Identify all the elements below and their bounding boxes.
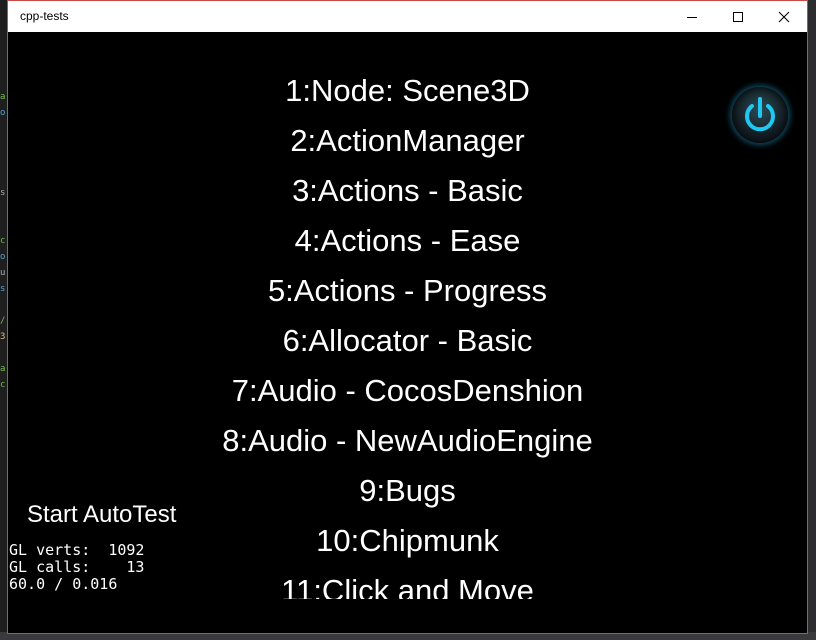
gl-calls-stat: GL calls: 13 bbox=[9, 558, 145, 576]
title-bar[interactable]: cpp-tests bbox=[8, 1, 807, 32]
gl-verts-stat: GL verts: 1092 bbox=[9, 541, 145, 559]
fps-stat: 60.0 / 0.016 bbox=[9, 575, 118, 593]
background-panel bbox=[808, 0, 816, 640]
close-app-button[interactable] bbox=[732, 87, 788, 143]
menu-item-scene3d[interactable]: 1:Node: Scene3D bbox=[8, 73, 807, 109]
power-icon bbox=[745, 97, 775, 132]
close-icon bbox=[778, 11, 790, 22]
debug-stats: GL verts: 1092 GL calls: 13 60.0 / 0.016 bbox=[9, 542, 144, 593]
menu-item-audio-newaudioengine[interactable]: 8:Audio - NewAudioEngine bbox=[8, 423, 807, 459]
minimize-button[interactable] bbox=[669, 1, 715, 32]
menu-item-actions-ease[interactable]: 4:Actions - Ease bbox=[8, 223, 807, 259]
game-canvas[interactable]: 1:Node: Scene3D 2:ActionManager 3:Action… bbox=[8, 32, 807, 633]
app-window: cpp-tests 1:Node: Scene3D 2:ActionManage… bbox=[7, 0, 808, 634]
menu-item-allocator-basic[interactable]: 6:Allocator - Basic bbox=[8, 323, 807, 359]
start-autotest-button[interactable]: Start AutoTest bbox=[27, 501, 176, 529]
menu-item-actions-basic[interactable]: 3:Actions - Basic bbox=[8, 173, 807, 209]
menu-item-actionmanager[interactable]: 2:ActionManager bbox=[8, 123, 807, 159]
menu-item-audio-cocosdenshion[interactable]: 7:Audio - CocosDenshion bbox=[8, 373, 807, 409]
menu-item-actions-progress[interactable]: 5:Actions - Progress bbox=[8, 273, 807, 309]
window-title: cpp-tests bbox=[20, 9, 69, 23]
maximize-button[interactable] bbox=[715, 1, 761, 32]
close-button[interactable] bbox=[761, 1, 807, 32]
minimize-icon bbox=[687, 16, 697, 18]
maximize-icon bbox=[733, 11, 743, 22]
